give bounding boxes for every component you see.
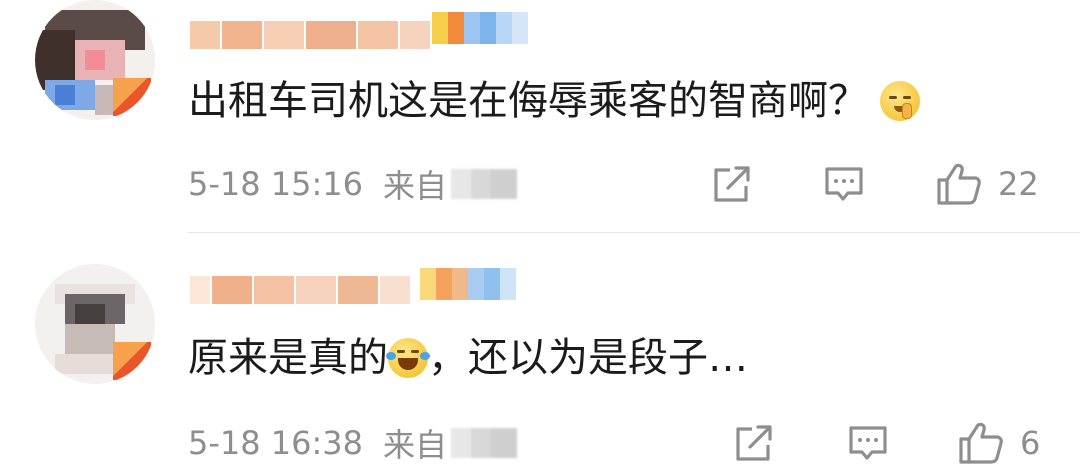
comment-meta: 5-18 16:38 来自 <box>188 421 518 465</box>
avatar[interactable] <box>35 264 155 384</box>
comment-text-before: 原来是真的 <box>188 335 388 381</box>
like-count: 6 <box>1020 424 1041 462</box>
comment-text-body: 出租车司机这是在侮辱乘客的智商啊？ <box>188 78 868 124</box>
comment-text: 原来是真的 ，还以为是段子… <box>188 333 748 383</box>
like-count: 22 <box>998 165 1039 203</box>
share-button[interactable] <box>710 162 754 206</box>
comment-item: 原来是真的 ，还以为是段子… 5-18 16:38 来自 6 <box>0 233 1080 475</box>
username-obscured[interactable] <box>190 18 432 52</box>
comment-meta: 5-18 15:16 来自 <box>188 162 518 206</box>
shush-face-emoji-icon <box>880 81 920 121</box>
timestamp: 5-18 16:38 <box>188 424 364 462</box>
vip-level-badge <box>432 12 528 44</box>
comment-text-after: ，还以为是段子… <box>428 335 748 381</box>
timestamp: 5-18 15:16 <box>188 165 364 203</box>
source-label: 来自 <box>383 426 448 464</box>
comment-text: 出租车司机这是在侮辱乘客的智商啊？ <box>188 76 920 126</box>
avatar[interactable] <box>35 0 155 120</box>
share-button[interactable] <box>732 421 776 465</box>
verified-badge-icon <box>113 342 151 380</box>
thumbs-up-icon <box>959 422 1003 464</box>
thumbs-up-icon <box>937 163 981 205</box>
source-name-obscured <box>451 169 518 199</box>
username-obscured[interactable] <box>190 273 412 307</box>
vip-level-badge <box>420 268 516 300</box>
reply-button[interactable] <box>822 162 866 206</box>
comment-icon <box>825 167 863 201</box>
reply-button[interactable] <box>846 421 890 465</box>
source-name-obscured <box>451 428 518 458</box>
share-icon <box>736 425 772 461</box>
share-icon <box>714 166 750 202</box>
source-label: 来自 <box>383 167 448 205</box>
laughing-crying-emoji-icon <box>386 338 430 378</box>
comment-icon <box>849 426 887 460</box>
comment-item: 出租车司机这是在侮辱乘客的智商啊？ 5-18 15:16 来自 22 <box>0 0 1080 232</box>
like-button[interactable]: 22 <box>936 162 1039 206</box>
like-button[interactable]: 6 <box>958 421 1040 465</box>
verified-badge-icon <box>113 78 151 116</box>
